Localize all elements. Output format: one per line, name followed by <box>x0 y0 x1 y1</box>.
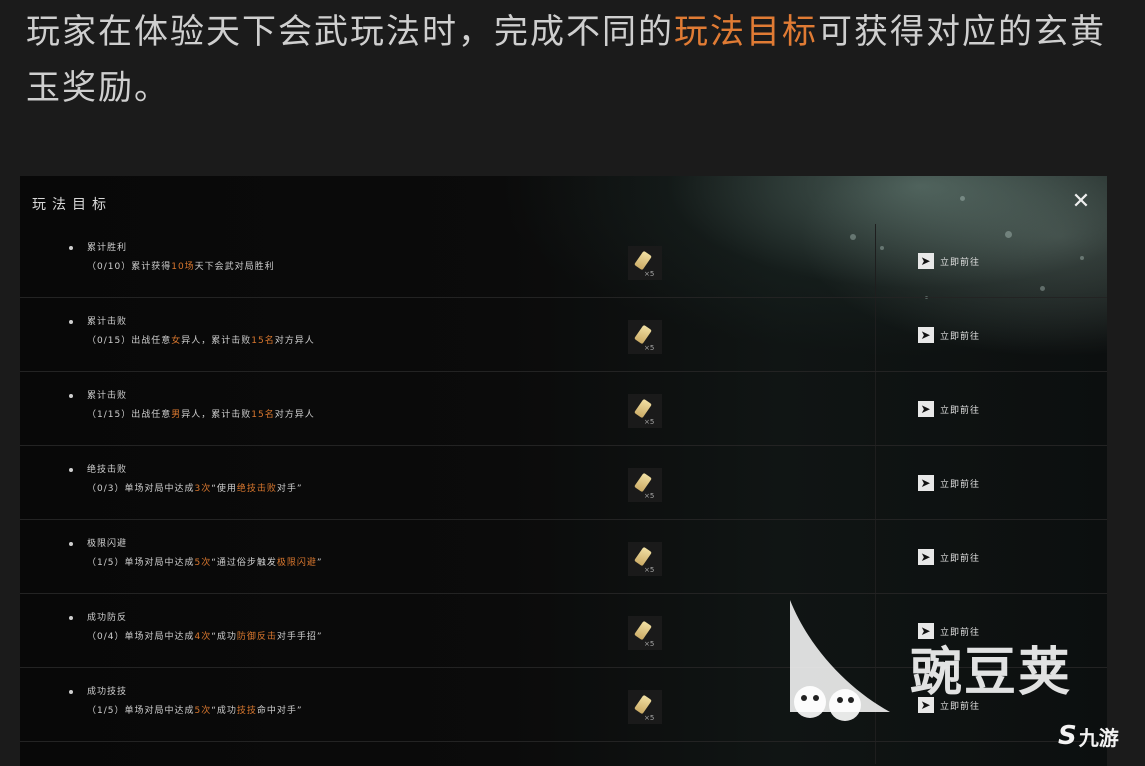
intro-before: 玩家在体验天下会武玩法时，完成不同的 <box>26 12 674 52</box>
intro-text: 玩家在体验天下会武玩法时，完成不同的玩法目标可获得对应的玄黄玉奖励。 <box>26 4 1121 116</box>
go-now-button[interactable]: ➤ 立即前往 <box>918 253 980 269</box>
goal-row: 绝技击败 （0/3）单场对局中达成3次“使用绝技击败对手” ×5 ➤ 立即前往 <box>20 446 1107 520</box>
arrow-right-icon: ➤ <box>918 475 934 491</box>
goal-desc-highlight: 男 <box>171 410 182 420</box>
goal-desc-highlight: 女 <box>171 336 182 346</box>
goal-desc-highlight: 15名 <box>251 410 275 420</box>
goal-desc-highlight: 10场 <box>171 262 195 272</box>
goal-desc-text: （0/15）出战任意 <box>87 336 172 346</box>
goal-name: 成功防反 <box>87 613 128 623</box>
goal-desc-highlight: 5次 <box>194 558 212 568</box>
go-now-button[interactable]: ➤ 立即前往 <box>918 401 980 417</box>
reward-count: ×5 <box>644 566 655 574</box>
goal-desc-text: “通过俗步触发 <box>211 558 277 568</box>
goal-desc-text: “成功 <box>211 632 237 642</box>
bullet-icon <box>69 246 73 250</box>
goal-row: 累计击败 （1/15）出战任意男异人，累计击败15名对方异人 ×5 ➤ 立即前往 <box>20 372 1107 446</box>
panel-title: 玩法目标 <box>32 197 112 213</box>
reward-count: ×5 <box>644 640 655 648</box>
goal-description: （1/5）单场对局中达成5次“通过俗步触发极限闪避” <box>87 555 323 568</box>
bullet-icon <box>69 690 73 694</box>
goal-desc-text: ” <box>316 558 323 568</box>
goal-desc-text: 对方异人 <box>274 410 315 420</box>
goal-name: 累计击败 <box>87 391 128 401</box>
goal-desc-text: （0/3）单场对局中达成 <box>87 484 195 494</box>
go-now-label: 立即前往 <box>940 331 981 342</box>
goal-desc-text: 命中对手” <box>256 706 303 716</box>
go-now-button[interactable]: ➤ 立即前往 <box>918 549 980 565</box>
goal-desc-highlight: 绝技击败 <box>236 484 277 494</box>
goal-desc-text: 天下会武对局胜利 <box>194 262 275 272</box>
goal-desc-text: “使用 <box>211 484 237 494</box>
reward-count: ×5 <box>644 270 655 278</box>
goal-desc-highlight: 防御反击 <box>236 632 277 642</box>
reward-count: ×5 <box>644 418 655 426</box>
goal-desc-text: （1/15）出战任意 <box>87 410 172 420</box>
goal-description: （0/10）累计获得10场天下会武对局胜利 <box>87 259 275 272</box>
goal-desc-text: （0/4）单场对局中达成 <box>87 632 195 642</box>
go-now-button[interactable]: ➤ 立即前往 <box>918 475 980 491</box>
goal-desc-highlight: 4次 <box>194 632 212 642</box>
goal-desc-highlight: 5次 <box>194 706 212 716</box>
goal-description: （0/3）单场对局中达成3次“使用绝技击败对手” <box>87 481 303 494</box>
goal-desc-text: （1/5）单场对局中达成 <box>87 706 195 716</box>
goal-description: （1/15）出战任意男异人，累计击败15名对方异人 <box>87 407 315 420</box>
goal-name: 极限闪避 <box>87 539 128 549</box>
bullet-icon <box>69 394 73 398</box>
goal-desc-text: 对手手招” <box>276 632 323 642</box>
goal-description: （1/5）单场对局中达成5次“成功技技命中对手” <box>87 703 303 716</box>
jiuyou-logo: S 九游 <box>1058 718 1144 754</box>
bullet-icon <box>69 320 73 324</box>
goal-name: 累计击败 <box>87 317 128 327</box>
goal-desc-text: （1/5）单场对局中达成 <box>87 558 195 568</box>
goal-desc-text: 异人，累计击败 <box>181 336 252 346</box>
raindrop <box>960 196 965 201</box>
goal-name: 成功技技 <box>87 687 128 697</box>
goal-desc-highlight: 3次 <box>194 484 212 494</box>
goal-desc-highlight: 技技 <box>236 706 257 716</box>
goal-row: 极限闪避 （1/5）单场对局中达成5次“通过俗步触发极限闪避” ×5 ➤ 立即前往 <box>20 520 1107 594</box>
go-now-label: 立即前往 <box>940 479 981 490</box>
goal-description: （0/15）出战任意女异人，累计击败15名对方异人 <box>87 333 315 346</box>
goal-description: （0/4）单场对局中达成4次“成功防御反击对手手招” <box>87 629 323 642</box>
intro-highlight: 玩法目标 <box>674 12 818 52</box>
close-icon[interactable]: ✕ <box>1069 190 1093 214</box>
bullet-icon <box>69 468 73 472</box>
goal-desc-text: 对手” <box>276 484 303 494</box>
bullet-icon <box>69 616 73 620</box>
bullet-icon <box>69 542 73 546</box>
watermark-brand: 豌豆荚 <box>910 643 1073 703</box>
go-now-button[interactable]: ➤ 立即前往 <box>918 327 980 343</box>
goal-desc-highlight: 极限闪避 <box>276 558 317 568</box>
reward-count: ×5 <box>644 714 655 722</box>
jiuyou-mark-icon: S <box>1058 721 1077 751</box>
jiuyou-text: 九游 <box>1078 725 1119 750</box>
goal-desc-text: （0/10）累计获得 <box>87 262 172 272</box>
goal-row: 累计击败 （0/15）出战任意女异人，累计击败15名对方异人 ×5 ➤ 立即前往 <box>20 298 1107 372</box>
reward-count: ×5 <box>644 344 655 352</box>
arrow-right-icon: ➤ <box>918 253 934 269</box>
go-now-label: 立即前往 <box>940 553 981 564</box>
go-now-label: 立即前往 <box>940 257 981 268</box>
goal-desc-text: 对方异人 <box>274 336 315 346</box>
goal-row: 累计胜利 （0/10）累计获得10场天下会武对局胜利 ×5 ➤ 立即前往 <box>20 224 1107 298</box>
goal-desc-text: “成功 <box>211 706 237 716</box>
arrow-right-icon: ➤ <box>918 549 934 565</box>
reward-count: ×5 <box>644 492 655 500</box>
arrow-right-icon: ➤ <box>918 401 934 417</box>
goal-desc-text: 异人，累计击败 <box>181 410 252 420</box>
go-now-label: 立即前往 <box>940 405 981 416</box>
goal-name: 绝技击败 <box>87 465 128 475</box>
goal-name: 累计胜利 <box>87 243 128 253</box>
goal-desc-highlight: 15名 <box>251 336 275 346</box>
arrow-right-icon: ➤ <box>918 327 934 343</box>
